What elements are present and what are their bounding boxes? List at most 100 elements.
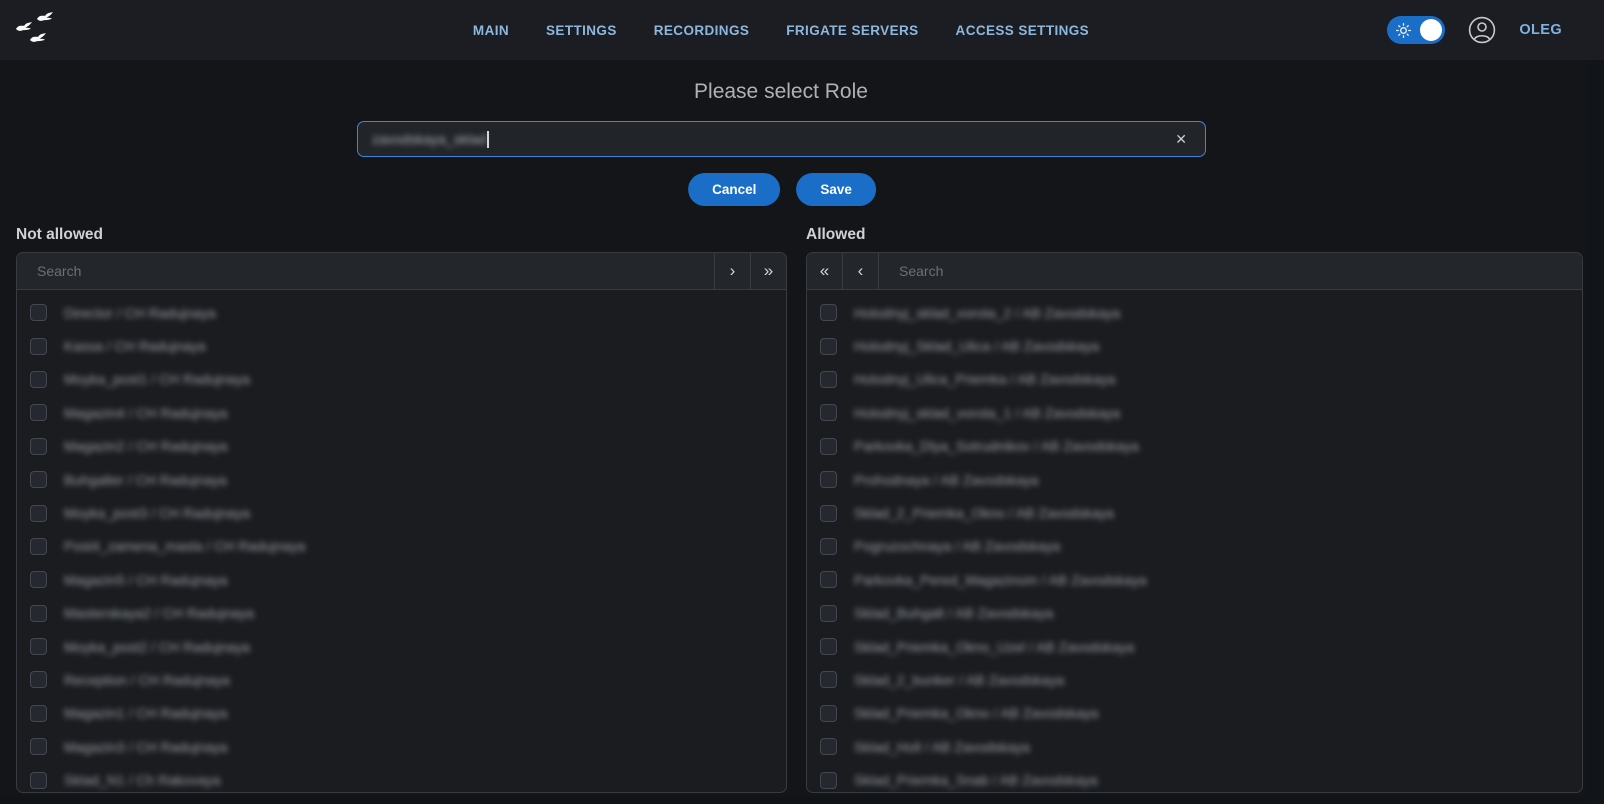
item-checkbox[interactable] [30, 638, 47, 655]
move-all-left-button[interactable]: « [807, 253, 843, 289]
navbar-right-controls: OLEG [1387, 0, 1562, 60]
list-item[interactable]: Buhgalter / CH Radujnaya [17, 463, 786, 496]
list-item[interactable]: Parkovka_Pered_Magazinom / AB Zavodskaya [807, 563, 1582, 596]
item-checkbox[interactable] [820, 471, 837, 488]
list-item[interactable]: Holodnyj_sklad_vorota_1 / AB Zavodskaya [807, 396, 1582, 429]
item-label: Pogruzochnaya / AB Zavodskaya [854, 538, 1060, 554]
nav-item-access-settings[interactable]: ACCESS SETTINGS [956, 23, 1090, 38]
list-item[interactable]: Pogruzochnaya / AB Zavodskaya [807, 530, 1582, 563]
item-checkbox[interactable] [820, 605, 837, 622]
item-checkbox[interactable] [30, 404, 47, 421]
list-item[interactable]: Sklad_Buhgalt / AB Zavodskaya [807, 597, 1582, 630]
item-checkbox[interactable] [30, 738, 47, 755]
list-item[interactable]: Sklad_Priemka_Snab / AB Zavodskaya [807, 763, 1582, 792]
list-item[interactable]: Director / CH Radujnaya [17, 296, 786, 329]
item-checkbox[interactable] [820, 738, 837, 755]
not-allowed-header: › » [17, 253, 786, 290]
not-allowed-title: Not allowed [16, 226, 103, 244]
clear-input-icon[interactable]: ✕ [1171, 127, 1191, 152]
list-item[interactable]: Magazin5 / CH Radujnaya [17, 563, 786, 596]
list-item[interactable]: Moyka_post3 / CH Radujnaya [17, 496, 786, 529]
item-checkbox[interactable] [30, 438, 47, 455]
save-button[interactable]: Save [796, 173, 876, 206]
list-item[interactable]: Parkovka_Dlya_Sotrudnikov / AB Zavodskay… [807, 430, 1582, 463]
list-item[interactable]: Sklad_Holl / AB Zavodskaya [807, 730, 1582, 763]
list-item[interactable]: Magazin3 / CH Radujnaya [17, 730, 786, 763]
frigate-logo[interactable] [13, 7, 59, 53]
theme-toggle[interactable] [1387, 16, 1445, 44]
item-checkbox[interactable] [30, 705, 47, 722]
item-label: Moyka_post2 / CH Radujnaya [64, 639, 250, 655]
list-item[interactable]: Moyka_post1 / CH Radujnaya [17, 363, 786, 396]
item-checkbox[interactable] [820, 772, 837, 789]
frigate-birds-icon [13, 7, 59, 53]
item-label: Holodnyj_Ulica_Priemka / AB Zavodskaya [854, 371, 1115, 387]
allowed-search-input[interactable] [879, 253, 1582, 289]
item-checkbox[interactable] [30, 505, 47, 522]
scrollbar-track[interactable] [1587, 60, 1604, 804]
nav-item-recordings[interactable]: RECORDINGS [654, 23, 750, 38]
nav-item-main[interactable]: MAIN [473, 23, 509, 38]
allowed-list: Holodnyj_sklad_vorota_2 / AB Zavodskaya … [807, 290, 1582, 792]
list-item[interactable]: Holodnyj_sklad_vorota_2 / AB Zavodskaya [807, 296, 1582, 329]
item-checkbox[interactable] [820, 505, 837, 522]
item-label: Sklad_2_bunker / AB Zavodskaya [854, 672, 1064, 688]
nav-item-frigate-servers[interactable]: FRIGATE SERVERS [786, 23, 918, 38]
item-checkbox[interactable] [820, 304, 837, 321]
nav-item-settings[interactable]: SETTINGS [546, 23, 617, 38]
text-caret [487, 131, 489, 148]
item-checkbox[interactable] [30, 304, 47, 321]
list-item[interactable]: Sklad_2_bunker / AB Zavodskaya [807, 663, 1582, 696]
item-checkbox[interactable] [820, 338, 837, 355]
item-checkbox[interactable] [30, 538, 47, 555]
list-item[interactable]: Sklad_Priemka_Okno / AB Zavodskaya [807, 697, 1582, 730]
list-item[interactable]: Sklad_Priemka_Okno_Uzel / AB Zavodskaya [807, 630, 1582, 663]
list-item[interactable]: Magazin4 / CH Radujnaya [17, 396, 786, 429]
item-label: Sklad_Buhgalt / AB Zavodskaya [854, 605, 1053, 621]
item-checkbox[interactable] [30, 371, 47, 388]
move-selected-left-button[interactable]: ‹ [843, 253, 879, 289]
role-input-value: zavodskaya_sklad [372, 131, 486, 147]
list-item[interactable]: Sklad_N1 / Ch Rakovaya [17, 763, 786, 792]
item-checkbox[interactable] [30, 605, 47, 622]
toggle-knob [1420, 19, 1442, 41]
list-item[interactable]: Holodnyj_Sklad_Ulica / AB Zavodskaya [807, 329, 1582, 362]
item-checkbox[interactable] [820, 671, 837, 688]
item-checkbox[interactable] [820, 438, 837, 455]
list-item[interactable]: Sklad_2_Priemka_Okno / AB Zavodskaya [807, 496, 1582, 529]
list-item[interactable]: Post4_zamena_masla / CH Radujnaya [17, 530, 786, 563]
item-label: Moyka_post3 / CH Radujnaya [64, 505, 250, 521]
item-checkbox[interactable] [820, 371, 837, 388]
page-bottom-gutter [0, 797, 1587, 804]
item-checkbox[interactable] [30, 338, 47, 355]
list-item[interactable]: Reception / CH Radujnaya [17, 663, 786, 696]
list-item[interactable]: Kassa / CH Radujnaya [17, 329, 786, 362]
item-checkbox[interactable] [820, 404, 837, 421]
user-avatar-icon[interactable] [1468, 16, 1496, 44]
item-checkbox[interactable] [820, 571, 837, 588]
item-checkbox[interactable] [820, 538, 837, 555]
not-allowed-search-input[interactable] [17, 253, 714, 289]
item-checkbox[interactable] [30, 772, 47, 789]
username-label[interactable]: OLEG [1519, 22, 1562, 38]
move-all-right-button[interactable]: » [750, 253, 786, 289]
item-checkbox[interactable] [30, 571, 47, 588]
item-checkbox[interactable] [30, 471, 47, 488]
move-selected-right-button[interactable]: › [714, 253, 750, 289]
item-label: Magazin3 / CH Radujnaya [64, 739, 227, 755]
role-name-input[interactable]: zavodskaya_sklad ✕ [357, 121, 1206, 157]
cancel-button[interactable]: Cancel [688, 173, 780, 206]
list-item[interactable]: Moyka_post2 / CH Radujnaya [17, 630, 786, 663]
item-checkbox[interactable] [820, 705, 837, 722]
list-item[interactable]: Masterskaya2 / CH Radujnaya [17, 597, 786, 630]
item-checkbox[interactable] [820, 638, 837, 655]
item-label: Holodnyj_sklad_vorota_2 / AB Zavodskaya [854, 305, 1120, 321]
item-checkbox[interactable] [30, 671, 47, 688]
item-label: Sklad_N1 / Ch Rakovaya [64, 772, 220, 788]
item-label: Magazin5 / CH Radujnaya [64, 572, 227, 588]
list-item[interactable]: Holodnyj_Ulica_Priemka / AB Zavodskaya [807, 363, 1582, 396]
list-item[interactable]: Magazin2 / CH Radujnaya [17, 430, 786, 463]
list-item[interactable]: Magazin1 / CH Radujnaya [17, 697, 786, 730]
item-label: Magazin4 / CH Radujnaya [64, 405, 227, 421]
list-item[interactable]: Prohodnaya / AB Zavodskaya [807, 463, 1582, 496]
